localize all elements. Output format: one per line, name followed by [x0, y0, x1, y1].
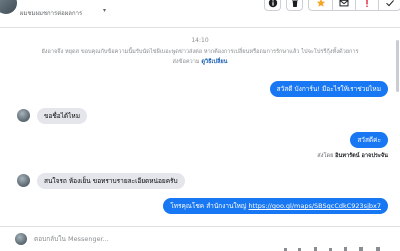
notice-text-2: ส่งข้อความ [172, 58, 200, 65]
message-text: สวัสดีค่ะ [357, 136, 381, 144]
maps-link[interactable]: https://goo.gl/maps/SBSqcCdkC923sjbx7 [249, 202, 381, 210]
outgoing-message[interactable]: สวัสดี บังการ์น! มีอะไรให้เราช่วยไหม [269, 81, 388, 97]
message-text: โทรคุณโชค สำนักงานใหญ่ [170, 202, 249, 210]
reply-composer [0, 226, 400, 251]
customer-avatar[interactable] [17, 109, 30, 122]
delete-button[interactable] [286, 0, 303, 11]
incoming-message[interactable]: ขอชื่อได้ไหม [37, 108, 87, 124]
mark-unread-button[interactable] [332, 0, 356, 10]
flag-button[interactable] [355, 0, 379, 10]
scrollbar[interactable] [396, 40, 399, 92]
sender-name[interactable]: อินทารัตน์ อาจประจัน [335, 153, 388, 159]
reply-input[interactable] [34, 233, 364, 245]
star-button[interactable] [309, 0, 333, 10]
agent-avatar [15, 233, 27, 245]
customer-avatar[interactable] [17, 174, 30, 187]
message-actions [308, 0, 400, 11]
page-avatar[interactable] [0, 0, 17, 14]
outgoing-message[interactable]: สวัสดีค่ะ [350, 132, 388, 148]
message-text: สวัสดี บังการ์น! มีอะไรให้เราช่วยไหม [276, 85, 381, 93]
incoming-message[interactable]: สนใจรถ ห้องเย็น ขอทราบรายละเอียดหน่อยครั… [37, 173, 185, 189]
message-text: ขอชื่อได้ไหม [44, 112, 80, 120]
star-icon [316, 0, 325, 7]
notice-text: ยังอาจจึง หยุดส ขอบคุณกับข้อความนี้มรับน… [41, 49, 359, 55]
outgoing-message[interactable]: โทรคุณโชค สำนักงานใหญ่ https://goo.gl/ma… [163, 198, 388, 214]
message-timestamp: 14:10 [191, 37, 209, 44]
envelope-icon [339, 0, 348, 6]
system-notice: ยังอาจจึง หยุดส ขอบคุณกับข้อความนี้มรับน… [12, 48, 388, 67]
notice-link[interactable]: ดูวิธีเปลี่ยน [201, 59, 227, 65]
thread-header: ผมชมผมชการต่อผลการ ▾ [0, 0, 400, 28]
sent-by-label: ส่งโดย อินทารัตน์ อาจประจัน [317, 152, 388, 160]
chevron-down-icon[interactable]: ▾ [103, 7, 106, 14]
assignee-label[interactable]: ผมชมผมชการต่อผลการ [20, 8, 82, 18]
info-button[interactable] [264, 0, 281, 11]
check-icon [385, 0, 394, 6]
exclamation-icon [365, 0, 368, 7]
sent-by-prefix: ส่งโดย [317, 153, 334, 159]
message-text: สนใจรถ ห้องเย็น ขอทราบรายละเอียดหน่อยครั… [44, 177, 178, 185]
composer-toolbar-icons[interactable] [284, 246, 384, 251]
info-icon [268, 0, 277, 7]
trash-icon [292, 0, 297, 7]
done-button[interactable] [378, 0, 400, 10]
